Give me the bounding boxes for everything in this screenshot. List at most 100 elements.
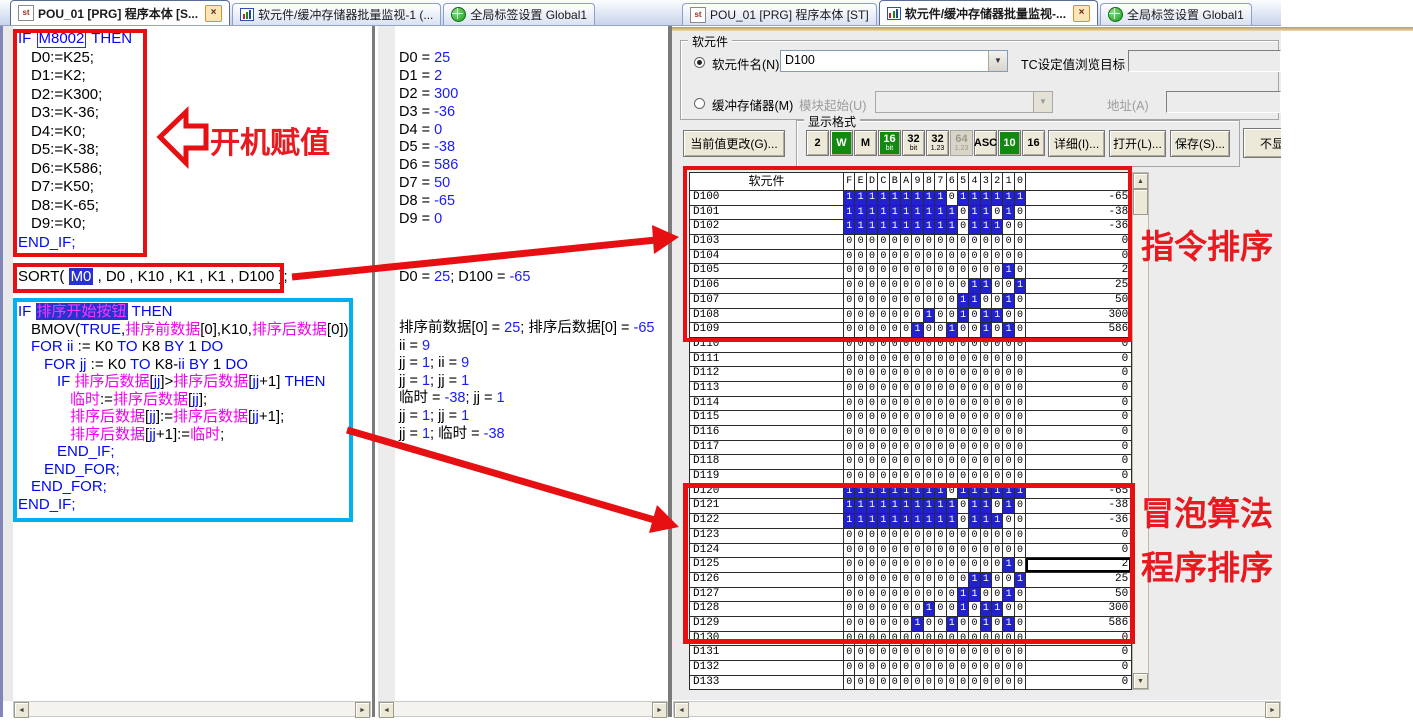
bit-cell[interactable]: 0 xyxy=(912,338,923,353)
bit-cell[interactable]: 0 xyxy=(992,632,1003,647)
bit-cell[interactable]: 1 xyxy=(878,206,889,221)
code-line[interactable]: D2:=K300; xyxy=(18,86,132,105)
bit-cell[interactable]: 0 xyxy=(878,558,889,573)
bit-cell[interactable]: 0 xyxy=(981,397,992,412)
bit-cell[interactable]: 0 xyxy=(947,588,958,603)
bit-cell[interactable]: 0 xyxy=(890,455,901,470)
code-line[interactable]: SORT( M0 , D0 , K10 , K1 , K1 , D100 ); xyxy=(18,266,288,287)
bit-cell[interactable]: 0 xyxy=(1015,632,1026,647)
value-cell[interactable]: 0 xyxy=(1026,470,1132,485)
bit-cell[interactable]: 1 xyxy=(992,514,1003,529)
bit-cell[interactable]: 0 xyxy=(958,264,969,279)
bit-cell[interactable]: 0 xyxy=(924,279,935,294)
bit-cell[interactable]: 0 xyxy=(890,264,901,279)
bit-cell[interactable]: 0 xyxy=(878,279,889,294)
bit-cell[interactable]: 0 xyxy=(981,426,992,441)
device-name-cell[interactable]: D108 xyxy=(690,309,844,324)
bit-cell[interactable]: 0 xyxy=(958,353,969,368)
bit-cell[interactable]: 0 xyxy=(878,544,889,559)
bit-cell[interactable]: 1 xyxy=(901,514,912,529)
bit-cell[interactable]: 0 xyxy=(981,264,992,279)
bit-cell[interactable]: 1 xyxy=(890,485,901,500)
bit-cell[interactable]: 0 xyxy=(867,455,878,470)
value-cell[interactable]: 586 xyxy=(1026,617,1132,632)
bit-cell[interactable]: 1 xyxy=(935,191,946,206)
bit-cell[interactable]: 0 xyxy=(924,294,935,309)
code-line[interactable]: END_IF; xyxy=(18,234,132,253)
bit-cell[interactable]: 0 xyxy=(901,617,912,632)
bit-cell[interactable]: 0 xyxy=(912,646,923,661)
bit-cell[interactable]: 0 xyxy=(1003,220,1014,235)
bit-cell[interactable]: 0 xyxy=(890,588,901,603)
bit-cell[interactable]: 1 xyxy=(1003,206,1014,221)
buffer-memory-radio[interactable] xyxy=(694,98,705,109)
bit-cell[interactable]: 0 xyxy=(844,588,855,603)
bit-cell[interactable]: 0 xyxy=(935,646,946,661)
bit-cell[interactable]: 0 xyxy=(958,573,969,588)
bit-cell[interactable]: 0 xyxy=(878,397,889,412)
bit-cell[interactable]: 0 xyxy=(901,676,912,691)
bit-cell[interactable]: 0 xyxy=(947,279,958,294)
bit-cell[interactable]: 0 xyxy=(855,544,866,559)
bit-cell[interactable]: 0 xyxy=(924,617,935,632)
bit-cell[interactable]: 1 xyxy=(969,191,980,206)
bit-cell[interactable]: 0 xyxy=(844,558,855,573)
bit-cell[interactable]: 0 xyxy=(878,323,889,338)
value-cell[interactable]: 0 xyxy=(1026,235,1132,250)
bit-cell[interactable]: 0 xyxy=(901,309,912,324)
bit-cell[interactable]: 0 xyxy=(901,558,912,573)
device-name-combo[interactable]: D100 ▼ xyxy=(780,50,1008,72)
bit-cell[interactable]: 1 xyxy=(901,220,912,235)
bit-cell[interactable]: 1 xyxy=(935,485,946,500)
bit-cell[interactable]: 0 xyxy=(981,294,992,309)
value-cell[interactable]: 25 xyxy=(1026,279,1132,294)
bit-cell[interactable]: 0 xyxy=(912,455,923,470)
scroll-right-icon[interactable]: ► xyxy=(1265,702,1280,718)
bit-cell[interactable]: 0 xyxy=(924,338,935,353)
bit-cell[interactable]: 1 xyxy=(992,220,1003,235)
bit-cell[interactable]: 1 xyxy=(947,206,958,221)
bit-cell[interactable]: 0 xyxy=(901,294,912,309)
doc-tab[interactable]: 全局标签设置 Global1 xyxy=(443,3,595,25)
code-line-sort[interactable]: SORT( M0 , D0 , K10 , K1 , K1 , D100 ); xyxy=(18,266,288,287)
bit-cell[interactable]: 0 xyxy=(1015,220,1026,235)
bit-cell[interactable]: 0 xyxy=(1003,279,1014,294)
device-name-cell[interactable]: D122 xyxy=(690,514,844,529)
bit-cell[interactable]: 1 xyxy=(844,514,855,529)
bit-cell[interactable]: 0 xyxy=(935,661,946,676)
bit-cell[interactable]: 0 xyxy=(992,367,1003,382)
bit-cell[interactable]: 0 xyxy=(1015,646,1026,661)
bit-cell[interactable]: 0 xyxy=(969,382,980,397)
bit-cell[interactable]: 1 xyxy=(924,514,935,529)
bit-cell[interactable]: 0 xyxy=(878,661,889,676)
buffer-memory-radio-label[interactable]: 缓冲存储器(M) xyxy=(712,95,793,114)
bit-cell[interactable]: 0 xyxy=(912,264,923,279)
bit-cell[interactable]: 0 xyxy=(935,353,946,368)
bit-cell[interactable]: 0 xyxy=(992,279,1003,294)
bit-cell[interactable]: 0 xyxy=(901,455,912,470)
device-name-cell[interactable]: D115 xyxy=(690,411,844,426)
device-name-cell[interactable]: D103 xyxy=(690,235,844,250)
bit-cell[interactable]: 0 xyxy=(947,485,958,500)
address-field[interactable] xyxy=(1166,91,1281,113)
scroll-down-icon[interactable]: ▼ xyxy=(1133,673,1148,689)
bit-cell[interactable]: 0 xyxy=(867,411,878,426)
code-line[interactable]: D1:=K2; xyxy=(18,67,132,86)
bit-cell[interactable]: 0 xyxy=(935,455,946,470)
bit-cell[interactable]: 0 xyxy=(958,426,969,441)
bit-cell[interactable]: 1 xyxy=(981,514,992,529)
bit-cell[interactable]: 1 xyxy=(855,191,866,206)
code-line[interactable]: D8:=K-65; xyxy=(18,197,132,216)
bit-cell[interactable]: 0 xyxy=(992,264,1003,279)
bit-cell[interactable]: 0 xyxy=(878,264,889,279)
bit-cell[interactable]: 1 xyxy=(992,602,1003,617)
code-line[interactable]: BMOV(TRUE,排序前数据[0],K10,排序后数据[0]); xyxy=(18,321,353,339)
bit-cell[interactable]: 1 xyxy=(890,220,901,235)
bit-cell[interactable]: 0 xyxy=(878,646,889,661)
bit-cell[interactable]: 1 xyxy=(969,573,980,588)
bit-cell[interactable]: 0 xyxy=(855,250,866,265)
bit-cell[interactable]: 0 xyxy=(912,250,923,265)
module-start-combo[interactable]: ▼ xyxy=(875,91,1053,113)
bit-cell[interactable]: 0 xyxy=(958,441,969,456)
bit-cell[interactable]: 1 xyxy=(1003,588,1014,603)
